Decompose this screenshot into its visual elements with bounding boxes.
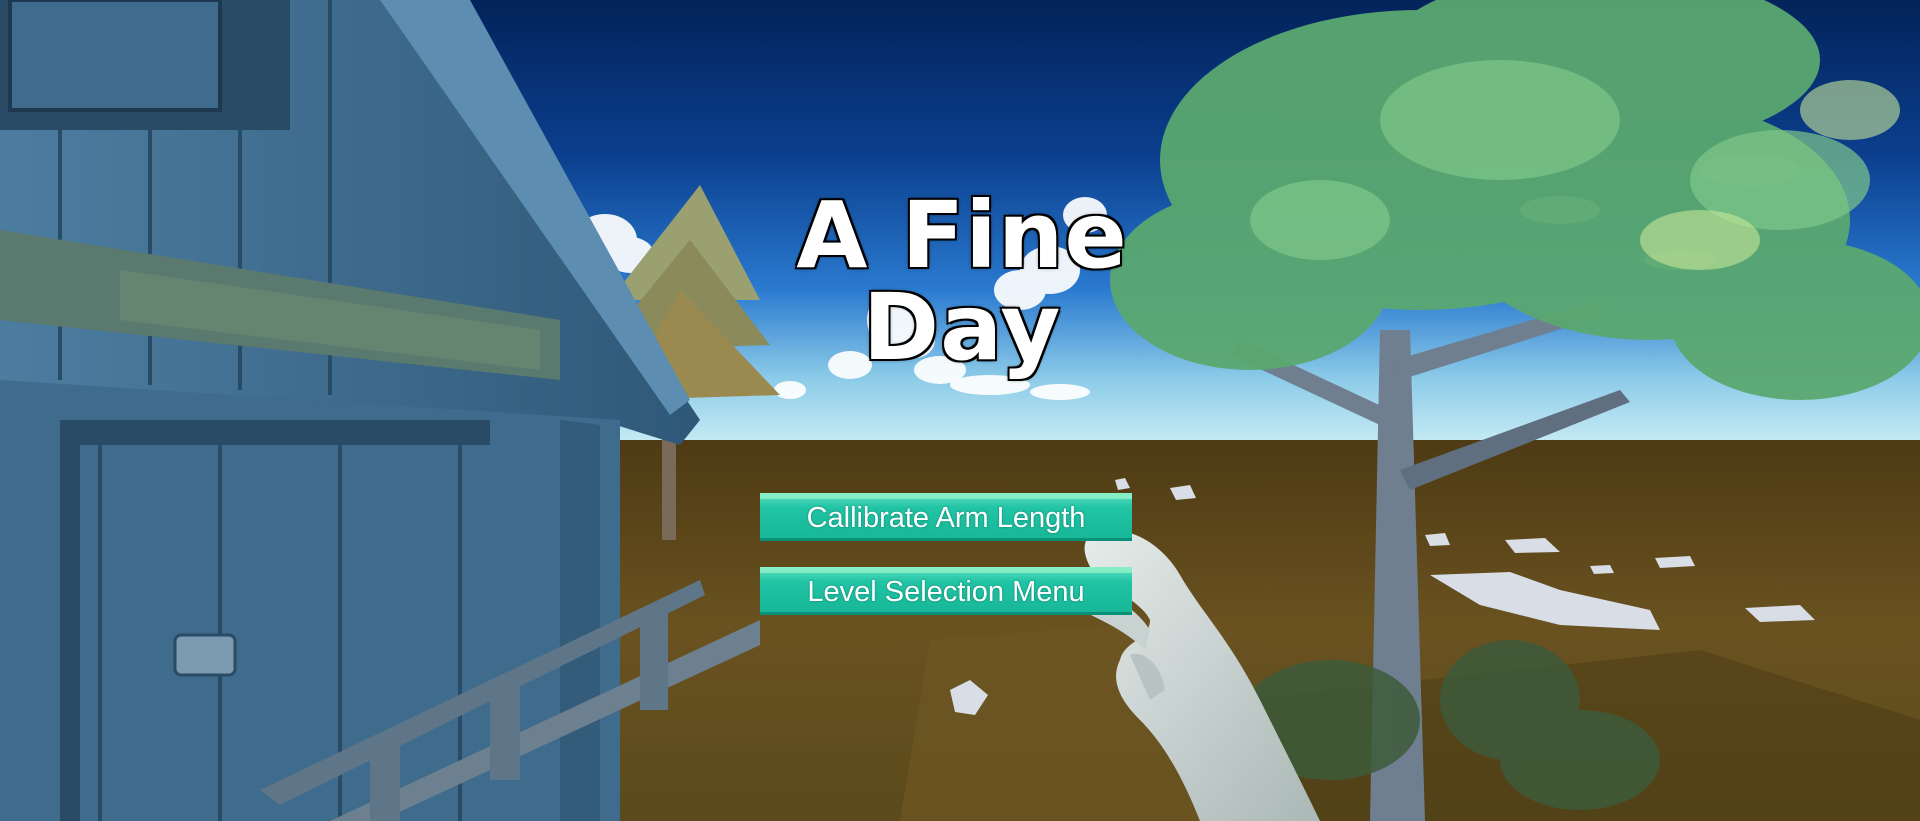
- game-title: A Fine Day: [795, 182, 1129, 381]
- scene-background: [0, 0, 1920, 821]
- level-selection-menu-button[interactable]: Level Selection Menu: [760, 567, 1132, 615]
- calibrate-arm-length-button[interactable]: Callibrate Arm Length: [760, 493, 1132, 541]
- game-viewport: A Fine Day Callibrate Arm Length Level S…: [0, 0, 1920, 821]
